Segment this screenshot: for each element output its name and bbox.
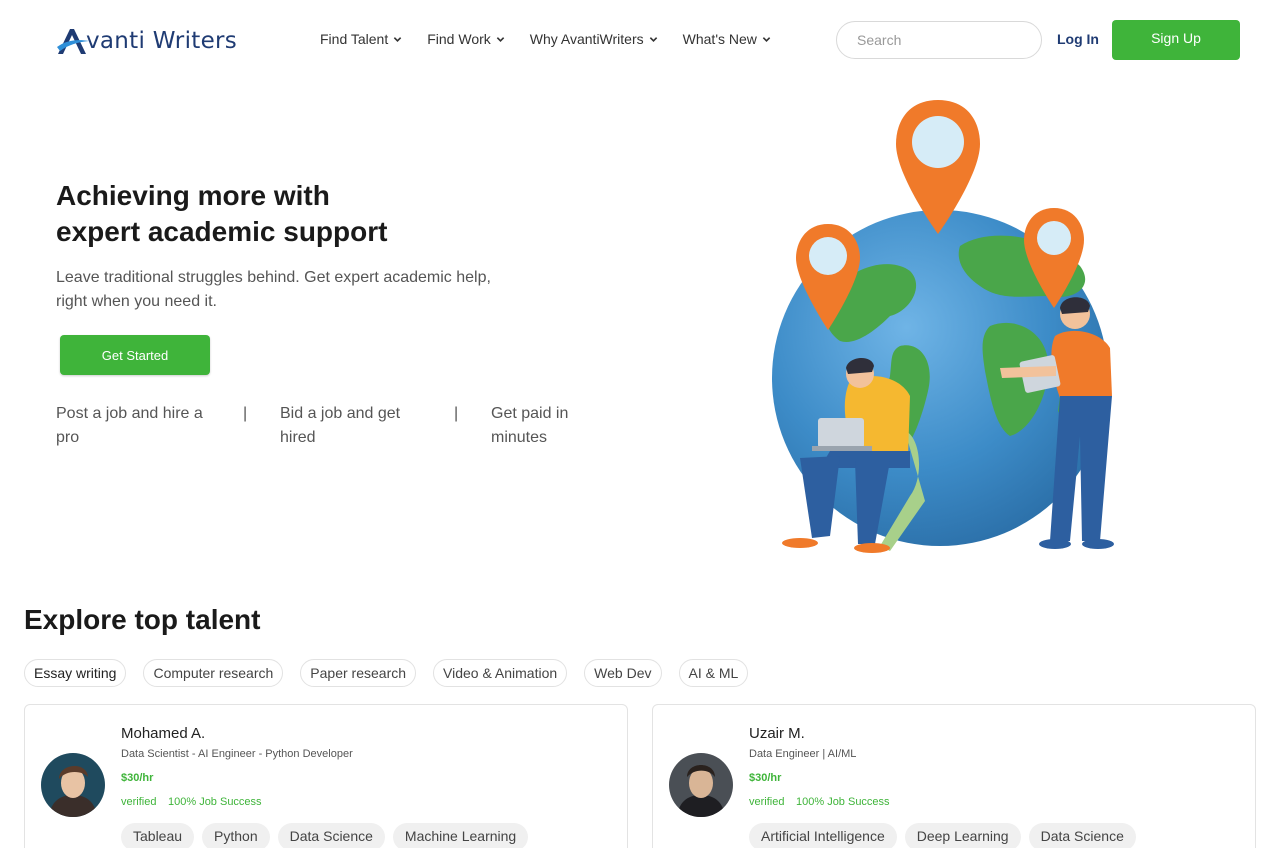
main-nav: Find Talent Find Work Why AvantiWriters … (320, 31, 796, 47)
hero-subtitle: Leave traditional struggles behind. Get … (56, 269, 491, 310)
step-post-job: Post a job and hire a pro (56, 405, 203, 446)
talent-card[interactable]: Uzair M. Data Engineer | AI/ML $30/hr ve… (652, 704, 1256, 848)
avatar-image (41, 753, 105, 817)
explore-title: Explore top talent (24, 604, 261, 635)
talent-name[interactable]: Uzair M. (749, 725, 805, 742)
talent-name[interactable]: Mohamed A. (121, 725, 205, 742)
job-success: 100% Job Success (796, 796, 890, 808)
signup-button[interactable]: Sign Up (1112, 20, 1240, 60)
logo-mark-icon (57, 29, 89, 54)
nav-whats-new[interactable]: What's New (683, 31, 771, 47)
brand-logo[interactable]: vanti Writers (56, 26, 237, 56)
skill-tag: Machine Learning (392, 823, 529, 848)
skill-list: Tableau Python Data Science Machine Lear… (121, 823, 536, 848)
skill-tag: Python (202, 823, 270, 848)
login-link[interactable]: Log In (1057, 31, 1099, 47)
talent-rate: $30/hr (749, 772, 782, 784)
talent-title: Data Scientist - AI Engineer - Python De… (121, 748, 353, 760)
search-input[interactable] (836, 21, 1042, 59)
step-bid-job: Bid a job and get hired (280, 405, 401, 446)
globe-illustration (772, 100, 1114, 553)
hero-title-line2: expert academic support (56, 216, 388, 247)
skill-tag: Deep Learning (904, 823, 1021, 848)
get-started-button[interactable]: Get Started (60, 335, 210, 375)
category-chip[interactable]: Paper research (300, 659, 417, 687)
hero-title-line1: Achieving more with (56, 180, 330, 211)
chevron-down-icon (496, 36, 505, 42)
category-chip[interactable]: Video & Animation (433, 659, 568, 687)
nav-label: What's New (682, 31, 757, 47)
job-success: 100% Job Success (168, 796, 262, 808)
category-chip[interactable]: AI & ML (678, 659, 749, 687)
category-filters: Essay writing Computer research Paper re… (24, 659, 765, 687)
talent-title: Data Engineer | AI/ML (749, 748, 857, 760)
chevron-down-icon (649, 36, 657, 42)
talent-card[interactable]: Mohamed A. Data Scientist - AI Engineer … (24, 704, 628, 848)
step-get-paid: Get paid in minutes (491, 405, 569, 446)
category-chip[interactable]: Computer research (143, 659, 284, 687)
nav-why-avantiwriters[interactable]: Why AvantiWriters (530, 31, 658, 47)
category-chip[interactable]: Web Dev (584, 659, 662, 687)
nav-label: Find Work (427, 31, 491, 47)
avatar-image (669, 753, 733, 817)
avatar (41, 753, 105, 817)
skill-tag: Artificial Intelligence (749, 823, 897, 848)
skill-tag: Tableau (121, 823, 195, 848)
skill-tag: Data Science (1028, 823, 1136, 848)
brand-name: vanti Writers (86, 28, 238, 54)
chevron-down-icon (394, 36, 402, 42)
verified-badge: verified (749, 796, 785, 808)
step-separator: | (454, 405, 459, 422)
skill-tag: Data Science (277, 823, 385, 848)
category-chip[interactable]: Essay writing (24, 659, 127, 687)
nav-label: Why AvantiWriters (529, 31, 644, 47)
verified-badge: verified (121, 796, 157, 808)
hero-title: Achieving more with expert academic supp… (56, 178, 576, 250)
nav-find-work[interactable]: Find Work (427, 31, 505, 47)
site-header: vanti Writers Find Talent Find Work Why … (0, 0, 1280, 80)
talent-rate: $30/hr (121, 772, 154, 784)
step-separator: | (243, 405, 248, 422)
skill-list: Artificial Intelligence Deep Learning Da… (749, 823, 1144, 848)
nav-label: Find Talent (320, 31, 389, 47)
nav-find-talent[interactable]: Find Talent (320, 31, 402, 47)
chevron-down-icon (762, 36, 771, 42)
avatar (669, 753, 733, 817)
